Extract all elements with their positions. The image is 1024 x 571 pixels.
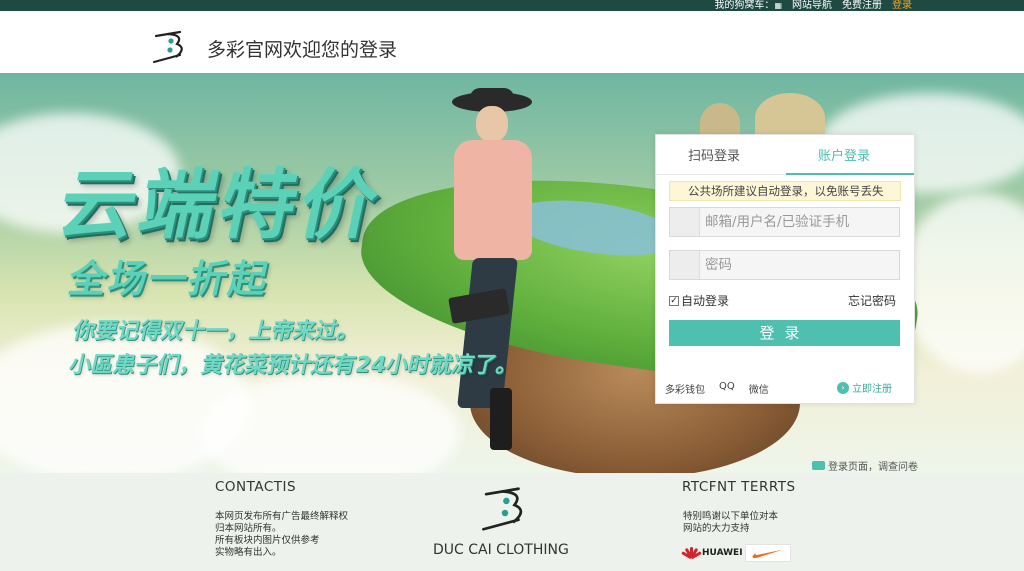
register-label: 立即注册 bbox=[852, 384, 892, 395]
promo-line-2: 小區患子们，黄花菜预计还有24小时就凉了。 bbox=[66, 353, 521, 378]
arrow-right-icon: › bbox=[837, 381, 849, 394]
top-bar: 我的狗窝车：▦ 网站导航 免费注册 登录 bbox=[0, 0, 1024, 11]
contact-line: 本网页发布所有广告最终解释权 bbox=[215, 511, 349, 522]
partners-line: 特别鸣谢以下单位对本 bbox=[683, 511, 779, 522]
forgot-password-link[interactable]: 忘记密码 bbox=[848, 292, 896, 309]
contact-line: 归本网站所有。 bbox=[215, 523, 282, 534]
login-panel: 扫码登录 账户登录 公共场所建议自动登录，以免账号丢失 ✓ 自动登录 忘记密码 … bbox=[655, 134, 915, 404]
password-input[interactable] bbox=[701, 251, 899, 279]
alt-login-wallet[interactable]: 多彩钱包 bbox=[665, 381, 705, 396]
partners-heading: RTCFNT TERRTS bbox=[682, 479, 796, 495]
cart-link[interactable]: 我的狗窝车：▦ bbox=[714, 0, 782, 11]
cart-label: 我的狗窝车： bbox=[714, 0, 775, 11]
alt-login-options: 多彩钱包 QQ 微信 bbox=[665, 381, 769, 396]
partners-line: 网站的大力支持 bbox=[683, 523, 750, 534]
nike-swoosh-icon[interactable] bbox=[745, 544, 791, 562]
register-link[interactable]: › 立即注册 bbox=[837, 380, 892, 395]
huawei-flower-icon bbox=[681, 547, 702, 560]
username-field bbox=[669, 207, 900, 237]
contact-line: 所有板块内图片仅供参考 bbox=[215, 535, 320, 546]
header: 多彩官网欢迎您的登录 bbox=[0, 11, 1024, 73]
feedback-label: 登录页面，调查问卷 bbox=[828, 462, 918, 473]
security-notice: 公共场所建议自动登录，以免账号丢失 bbox=[669, 181, 901, 201]
promo-line-1: 你要记得双十一，上帝来过。 bbox=[70, 319, 363, 344]
site-nav-link[interactable]: 网站导航 bbox=[792, 0, 832, 11]
page-title: 多彩官网欢迎您的登录 bbox=[207, 39, 398, 61]
promo-title: 云端特价 bbox=[51, 160, 391, 249]
user-icon bbox=[670, 208, 700, 236]
brand-logo-icon[interactable] bbox=[150, 28, 190, 66]
cloud bbox=[900, 193, 1024, 373]
login-button[interactable]: 登录 bbox=[669, 320, 900, 346]
promo-subtitle: 全场一折起 bbox=[64, 257, 274, 301]
contact-heading: CONTACTIS bbox=[215, 479, 297, 495]
auto-login-label: 自动登录 bbox=[681, 294, 730, 308]
partners-text: 特别鸣谢以下单位对本 网站的大力支持 bbox=[683, 511, 778, 535]
login-tabs: 扫码登录 账户登录 bbox=[656, 135, 914, 175]
top-links: 我的狗窝车：▦ 网站导航 免费注册 登录 bbox=[714, 0, 912, 11]
alt-login-wechat[interactable]: 微信 bbox=[749, 381, 769, 396]
alt-login-qq[interactable]: QQ bbox=[719, 381, 735, 396]
tab-qr-login[interactable]: 扫码登录 bbox=[688, 145, 740, 164]
feedback-link[interactable]: 登录页面，调查问卷 bbox=[812, 458, 918, 473]
footer-brand-name: DUC CAI CLOTHING bbox=[433, 542, 569, 558]
calendar-icon: ▦ bbox=[774, 1, 782, 10]
footer: CONTACTIS 本网页发布所有广告最终解释权 归本网站所有。 所有板块内图片… bbox=[0, 473, 1024, 571]
model-figure bbox=[440, 88, 540, 458]
huawei-logo[interactable]: HUAWEI bbox=[681, 547, 743, 560]
lock-icon bbox=[670, 251, 700, 279]
login-link[interactable]: 登录 bbox=[892, 0, 912, 11]
password-field bbox=[669, 250, 900, 280]
footer-brand-logo-icon bbox=[482, 487, 523, 531]
contact-line: 实物略有出入。 bbox=[215, 547, 282, 558]
chat-bubble-icon bbox=[812, 461, 825, 470]
auto-login-checkbox[interactable]: ✓ bbox=[669, 295, 679, 306]
tab-account-login[interactable]: 账户登录 bbox=[818, 145, 870, 164]
contact-text: 本网页发布所有广告最终解释权 归本网站所有。 所有板块内图片仅供参考 实物略有出… bbox=[215, 511, 348, 559]
auto-login-option[interactable]: ✓ 自动登录 bbox=[669, 292, 729, 309]
username-input[interactable] bbox=[701, 208, 899, 236]
huawei-label: HUAWEI bbox=[702, 548, 743, 558]
free-register-link[interactable]: 免费注册 bbox=[842, 0, 882, 11]
